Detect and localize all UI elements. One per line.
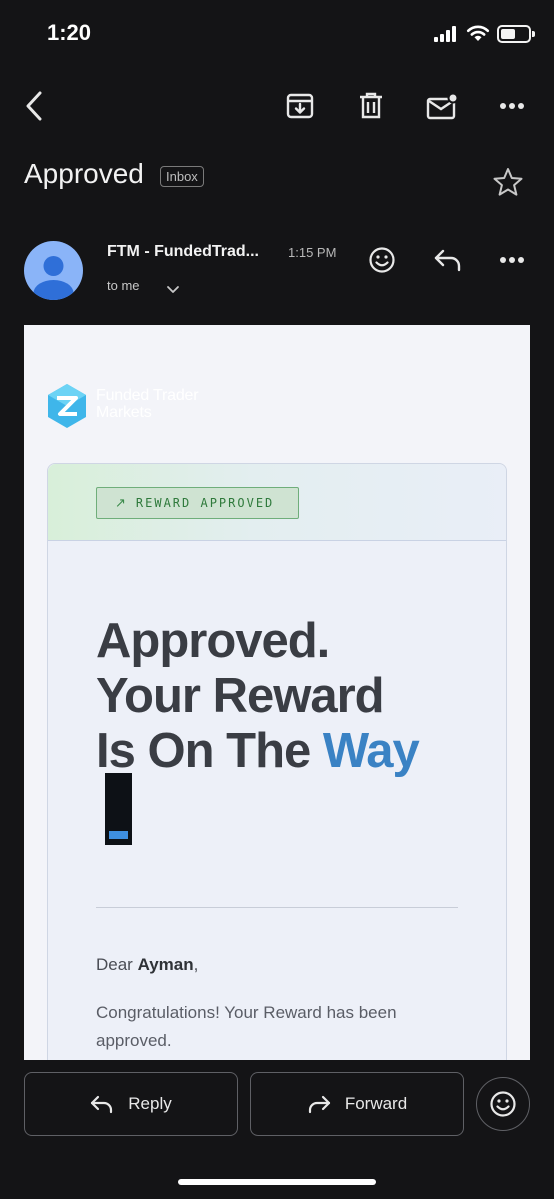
mail-unread-icon xyxy=(426,92,458,120)
wifi-icon xyxy=(466,25,490,41)
archive-icon xyxy=(286,93,314,119)
reply-header-button[interactable] xyxy=(430,242,466,278)
arrow-up-right-icon: ↗ xyxy=(115,495,126,510)
divider xyxy=(96,907,458,908)
greeting: Dear Ayman, xyxy=(96,955,198,975)
headline: Approved. Your Reward Is On The Way xyxy=(96,614,420,779)
reply-label: Reply xyxy=(128,1094,172,1113)
email-card: ↗ REWARD APPROVED Approved. Your Reward … xyxy=(47,463,507,1060)
delete-button[interactable] xyxy=(353,88,389,124)
logo-icon xyxy=(48,384,86,428)
emoji-icon xyxy=(369,247,395,273)
status-badge: ↗ REWARD APPROVED xyxy=(96,487,299,519)
message-more-button[interactable] xyxy=(494,242,530,278)
recipient-label[interactable]: to me xyxy=(107,278,140,293)
greeting-prefix: Dear xyxy=(96,955,138,974)
sender-name[interactable]: FTM - FundedTrad... xyxy=(107,243,259,261)
reply-button[interactable]: Reply xyxy=(24,1072,238,1136)
email-time: 1:15 PM xyxy=(288,245,337,260)
forward-label: Forward xyxy=(344,1094,408,1113)
forward-button[interactable]: Forward xyxy=(250,1072,464,1136)
headline-highlight: Way xyxy=(322,724,420,778)
card-header: ↗ REWARD APPROVED xyxy=(48,464,506,541)
home-indicator[interactable] xyxy=(178,1179,376,1185)
headline-line-3: Is On The Way xyxy=(96,724,420,779)
battery-icon xyxy=(497,25,535,43)
avatar[interactable] xyxy=(24,241,83,300)
trash-icon xyxy=(360,92,382,119)
status-bar: 1:20 xyxy=(0,0,554,66)
mark-unread-button[interactable] xyxy=(424,88,460,124)
add-reaction-button[interactable] xyxy=(364,242,400,278)
headline-line-1: Approved. xyxy=(96,614,330,668)
inbox-label[interactable]: Inbox xyxy=(160,166,204,187)
forward-icon xyxy=(308,1095,330,1114)
person-icon xyxy=(33,256,74,300)
back-icon xyxy=(26,91,42,121)
recipient-name: Ayman xyxy=(137,955,194,974)
headline-line-2: Your Reward xyxy=(96,669,385,723)
brand-logo: Funded Trader Markets xyxy=(46,383,246,429)
star-button[interactable] xyxy=(492,166,528,202)
more-options-button[interactable] xyxy=(494,88,530,124)
more-icon xyxy=(500,257,524,263)
reply-icon xyxy=(91,1095,113,1114)
reply-icon xyxy=(434,249,461,272)
email-body: Funded Trader Markets ↗ REWARD APPROVED … xyxy=(24,325,530,1060)
bottom-action-bar: Reply Forward xyxy=(0,1060,554,1199)
status-time: 1:20 xyxy=(47,20,92,45)
back-button[interactable] xyxy=(16,88,52,124)
email-toolbar xyxy=(0,82,554,130)
brand-name: Funded Trader Markets xyxy=(96,387,199,421)
archive-button[interactable] xyxy=(282,88,318,124)
emoji-reaction-button[interactable] xyxy=(476,1077,530,1131)
emoji-icon xyxy=(490,1091,516,1117)
status-badge-label: REWARD APPROVED xyxy=(135,496,275,510)
more-icon xyxy=(500,103,524,109)
email-subject: Approved xyxy=(24,158,144,189)
headline-line-3-text: Is On The xyxy=(96,724,323,778)
star-icon xyxy=(493,168,523,196)
greeting-suffix: , xyxy=(193,955,199,974)
cursor-block xyxy=(105,773,132,845)
chevron-down-icon[interactable] xyxy=(166,282,180,296)
signal-icon xyxy=(434,26,460,42)
message-text: Congratulations! Your Reward has been ap… xyxy=(96,1003,397,1050)
